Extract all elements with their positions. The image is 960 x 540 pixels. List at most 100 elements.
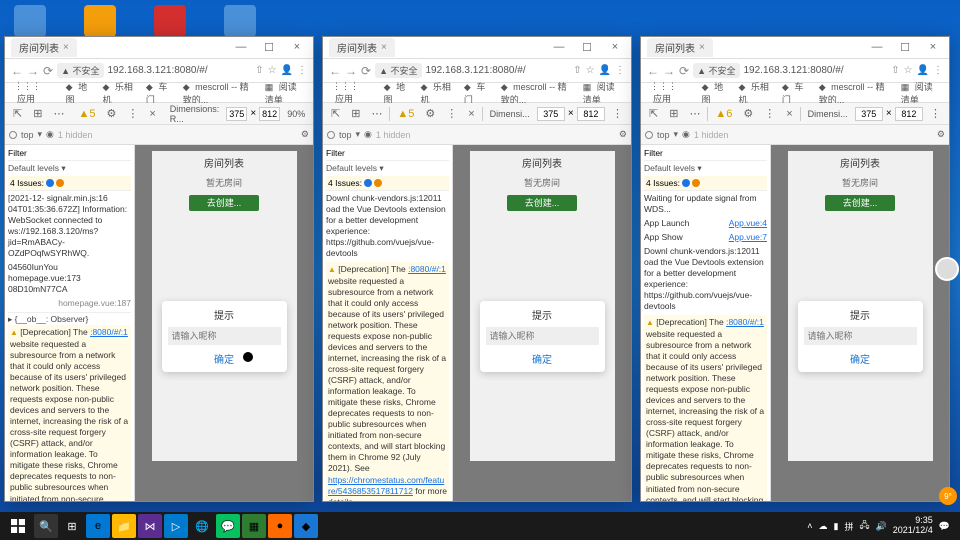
eye-icon[interactable]: ◉ — [682, 129, 690, 140]
context-dropdown[interactable]: top — [21, 130, 34, 140]
profile-icon[interactable]: 👤 — [281, 65, 293, 76]
share-icon[interactable]: ⇧ — [255, 65, 263, 76]
settings-icon[interactable]: ⚙ — [421, 106, 439, 121]
nickname-input[interactable] — [486, 327, 599, 345]
issues-bar[interactable]: 4 Issues: — [326, 176, 449, 191]
insecure-badge[interactable]: ▲ 不安全 — [375, 63, 421, 78]
close-icon[interactable]: × — [63, 42, 69, 53]
issues-bar[interactable]: 4 Issues: — [644, 176, 767, 191]
create-button[interactable]: 去创建... — [189, 195, 259, 211]
apps-icon[interactable]: ⋮⋮⋮ 应用 — [11, 80, 57, 106]
warning-icon[interactable]: ▲5 — [393, 107, 418, 121]
insecure-badge[interactable]: ▲ 不安全 — [693, 63, 739, 78]
responsive-dropdown[interactable]: Dimensi... — [804, 109, 852, 119]
app-icon[interactable]: ● — [268, 514, 292, 538]
url-input[interactable]: 192.168.3.121:8080/#/ — [108, 65, 252, 76]
console-settings-icon[interactable]: ⚙ — [301, 129, 309, 140]
share-icon[interactable]: ⇧ — [891, 65, 899, 76]
console-icon[interactable]: ⋯ — [367, 106, 386, 121]
console-object[interactable]: ▸ {__ob__: Observer} — [8, 312, 131, 325]
close-button[interactable]: × — [605, 41, 625, 54]
clear-console-icon[interactable] — [645, 131, 653, 139]
notifications-icon[interactable]: 💬 — [939, 521, 950, 532]
tray-icon[interactable]: ▮ — [834, 521, 839, 532]
minimize-button[interactable]: — — [231, 41, 251, 54]
mobile-viewport[interactable]: 房间列表 暂无房间 去创建... 提示 确定 — [470, 151, 615, 461]
filter-input[interactable]: Filter — [326, 148, 345, 158]
back-button[interactable]: ← — [647, 64, 659, 78]
settings-icon[interactable]: ⚙ — [102, 106, 120, 121]
menu-icon[interactable]: ⋮ — [615, 65, 625, 76]
eye-icon[interactable]: ◉ — [364, 129, 372, 140]
responsive-dropdown[interactable]: Dimensi... — [486, 109, 534, 119]
width-input[interactable]: 375 — [226, 107, 247, 121]
devtools-menu-icon[interactable]: ⋮ — [926, 106, 945, 121]
height-input[interactable]: 812 — [259, 107, 280, 121]
forward-button[interactable]: → — [27, 64, 39, 78]
explorer-icon[interactable]: 📁 — [112, 514, 136, 538]
console-icon[interactable]: ⋯ — [685, 106, 704, 121]
filter-input[interactable]: Filter — [8, 148, 27, 158]
create-button[interactable]: 去创建... — [825, 195, 895, 211]
app-icon[interactable]: ◆ — [294, 514, 318, 538]
console-settings-icon[interactable]: ⚙ — [937, 129, 945, 140]
search-icon[interactable]: 🔍 — [34, 514, 58, 538]
height-input[interactable]: 812 — [577, 107, 605, 121]
warning-icon[interactable]: ▲5 — [74, 107, 99, 121]
console-icon[interactable]: ⋯ — [49, 106, 68, 121]
edge-icon[interactable]: e — [86, 514, 110, 538]
devtools-close-icon[interactable]: × — [464, 107, 478, 121]
share-icon[interactable]: ⇧ — [573, 65, 581, 76]
mobile-viewport[interactable]: 房间列表 暂无房间 去创建... 提示 确定 — [152, 151, 297, 461]
weather-badge[interactable]: 9° — [939, 487, 957, 505]
filter-input[interactable]: Filter — [644, 148, 663, 158]
issues-bar[interactable]: 4 Issues: — [8, 176, 131, 191]
forward-button[interactable]: → — [663, 64, 675, 78]
nickname-input[interactable] — [168, 327, 281, 345]
profile-icon[interactable]: 👤 — [599, 65, 611, 76]
wechat-icon[interactable]: 💬 — [216, 514, 240, 538]
profile-icon[interactable]: 👤 — [917, 65, 929, 76]
mobile-viewport[interactable]: 房间列表 暂无房间 去创建... 提示 确定 — [788, 151, 933, 461]
apps-icon[interactable]: ⋮⋮⋮ 应用 — [329, 80, 375, 106]
maximize-button[interactable]: ☐ — [577, 41, 597, 54]
network-icon[interactable]: 🖧 — [859, 518, 869, 534]
star-icon[interactable]: ☆ — [586, 65, 595, 76]
browser-tab[interactable]: 房间列表× — [11, 38, 77, 57]
url-input[interactable]: 192.168.3.121:8080/#/ — [744, 65, 888, 76]
close-button[interactable]: × — [287, 41, 307, 54]
zoom-dropdown[interactable]: 90% — [283, 109, 309, 119]
vs-icon[interactable]: ▷ — [164, 514, 188, 538]
onedrive-icon[interactable]: ☁ — [819, 521, 828, 532]
warning-icon[interactable]: ▲6 — [711, 107, 736, 121]
tray-chevron-icon[interactable]: ˄ — [807, 521, 812, 531]
devtools-menu-icon[interactable]: ⋮ — [608, 106, 627, 121]
levels-dropdown[interactable]: Default levels ▾ — [326, 163, 449, 174]
vscode-icon[interactable]: ⋈ — [138, 514, 162, 538]
inspect-icon[interactable]: ⇱ — [9, 106, 26, 121]
star-icon[interactable]: ☆ — [268, 65, 277, 76]
close-button[interactable]: × — [923, 41, 943, 54]
url-input[interactable]: 192.168.3.121:8080/#/ — [426, 65, 570, 76]
volume-icon[interactable]: 🔊 — [876, 521, 887, 532]
console-source[interactable]: homepage.vue:187 — [8, 298, 131, 309]
minimize-button[interactable]: — — [867, 41, 887, 54]
task-view-icon[interactable]: ⊞ — [60, 514, 84, 538]
maximize-button[interactable]: ☐ — [895, 41, 915, 54]
devtools-close-icon[interactable]: × — [782, 107, 796, 121]
menu-icon[interactable]: ⋮ — [933, 65, 943, 76]
reload-button[interactable]: ⟳ — [679, 64, 689, 78]
star-icon[interactable]: ☆ — [904, 65, 913, 76]
browser-tab[interactable]: 房间列表× — [329, 38, 395, 57]
clear-console-icon[interactable] — [327, 131, 335, 139]
clock[interactable]: 9:352021/12/4 — [893, 516, 933, 536]
width-input[interactable]: 375 — [855, 107, 883, 121]
console-settings-icon[interactable]: ⚙ — [619, 129, 627, 140]
elements-icon[interactable]: ⊞ — [665, 106, 682, 121]
maximize-button[interactable]: ☐ — [259, 41, 279, 54]
app-icon[interactable]: ▦ — [242, 514, 266, 538]
minimize-button[interactable]: — — [549, 41, 569, 54]
eye-icon[interactable]: ◉ — [46, 129, 54, 140]
chrome-icon[interactable]: 🌐 — [190, 514, 214, 538]
width-input[interactable]: 375 — [537, 107, 565, 121]
